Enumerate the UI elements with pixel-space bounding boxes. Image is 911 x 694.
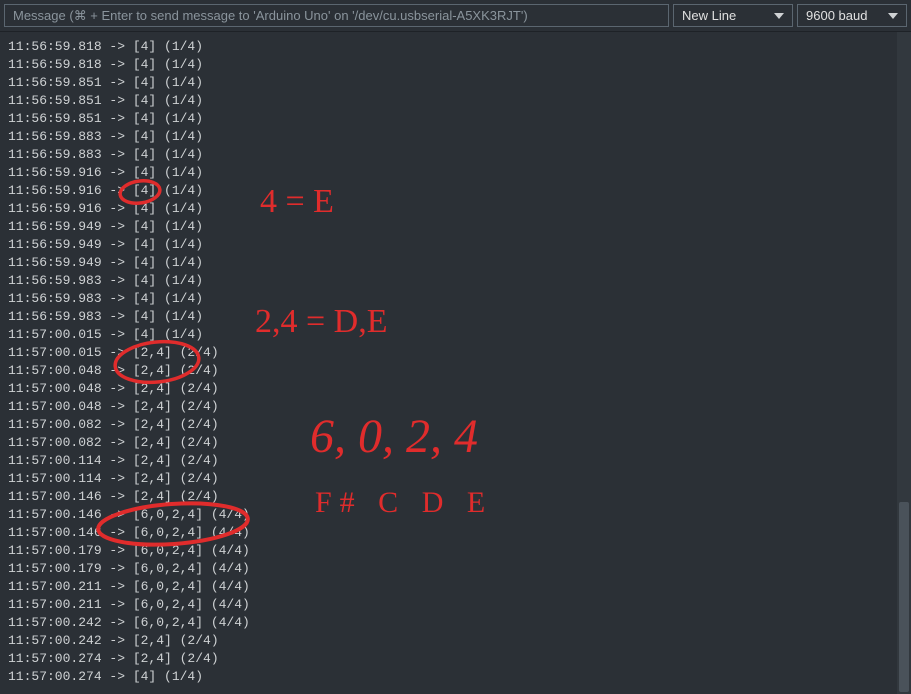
scrollbar-thumb[interactable]: [899, 502, 909, 692]
serial-log-line: 11:56:59.916 -> [4] (1/4): [8, 164, 911, 182]
baud-rate-selected: 9600 baud: [806, 8, 867, 23]
serial-log-line: 11:56:59.851 -> [4] (1/4): [8, 110, 911, 128]
serial-log-line: 11:57:00.048 -> [2,4] (2/4): [8, 362, 911, 380]
serial-monitor-toolbar: New Line 9600 baud: [0, 0, 911, 32]
serial-log-line: 11:56:59.883 -> [4] (1/4): [8, 128, 911, 146]
serial-log-line: 11:57:00.082 -> [2,4] (2/4): [8, 416, 911, 434]
serial-log-line: 11:56:59.949 -> [4] (1/4): [8, 236, 911, 254]
serial-log-line: 11:57:00.179 -> [6,0,2,4] (4/4): [8, 560, 911, 578]
serial-log-line: 11:57:00.146 -> [2,4] (2/4): [8, 488, 911, 506]
serial-log-line: 11:57:00.048 -> [2,4] (2/4): [8, 398, 911, 416]
chevron-down-icon: [888, 13, 898, 19]
serial-log-line: 11:57:00.242 -> [2,4] (2/4): [8, 632, 911, 650]
serial-log-line: 11:56:59.851 -> [4] (1/4): [8, 74, 911, 92]
serial-log-line: 11:56:59.916 -> [4] (1/4): [8, 182, 911, 200]
serial-log-line: 11:56:59.983 -> [4] (1/4): [8, 308, 911, 326]
serial-log: 11:56:59.818 -> [4] (1/4)11:56:59.818 ->…: [0, 32, 911, 686]
serial-log-line: 11:57:00.082 -> [2,4] (2/4): [8, 434, 911, 452]
serial-log-line: 11:57:00.274 -> [4] (1/4): [8, 668, 911, 686]
serial-log-line: 11:56:59.883 -> [4] (1/4): [8, 146, 911, 164]
line-ending-dropdown[interactable]: New Line: [673, 4, 793, 27]
serial-log-line: 11:56:59.949 -> [4] (1/4): [8, 254, 911, 272]
serial-log-line: 11:57:00.211 -> [6,0,2,4] (4/4): [8, 596, 911, 614]
serial-log-line: 11:57:00.015 -> [4] (1/4): [8, 326, 911, 344]
serial-monitor-output: 11:56:59.818 -> [4] (1/4)11:56:59.818 ->…: [0, 32, 911, 694]
chevron-down-icon: [774, 13, 784, 19]
vertical-scrollbar[interactable]: [897, 32, 911, 694]
serial-log-line: 11:57:00.114 -> [2,4] (2/4): [8, 452, 911, 470]
serial-message-input[interactable]: [4, 4, 669, 27]
serial-log-line: 11:56:59.818 -> [4] (1/4): [8, 38, 911, 56]
serial-log-line: 11:56:59.949 -> [4] (1/4): [8, 218, 911, 236]
serial-log-line: 11:56:59.818 -> [4] (1/4): [8, 56, 911, 74]
serial-log-line: 11:56:59.983 -> [4] (1/4): [8, 290, 911, 308]
line-ending-selected: New Line: [682, 8, 736, 23]
serial-log-line: 11:56:59.851 -> [4] (1/4): [8, 92, 911, 110]
serial-log-line: 11:57:00.015 -> [2,4] (2/4): [8, 344, 911, 362]
serial-log-line: 11:57:00.114 -> [2,4] (2/4): [8, 470, 911, 488]
serial-log-line: 11:57:00.146 -> [6,0,2,4] (4/4): [8, 506, 911, 524]
serial-log-line: 11:57:00.211 -> [6,0,2,4] (4/4): [8, 578, 911, 596]
serial-log-line: 11:56:59.983 -> [4] (1/4): [8, 272, 911, 290]
serial-log-line: 11:57:00.274 -> [2,4] (2/4): [8, 650, 911, 668]
serial-log-line: 11:57:00.048 -> [2,4] (2/4): [8, 380, 911, 398]
serial-log-line: 11:56:59.916 -> [4] (1/4): [8, 200, 911, 218]
serial-log-line: 11:57:00.242 -> [6,0,2,4] (4/4): [8, 614, 911, 632]
baud-rate-dropdown[interactable]: 9600 baud: [797, 4, 907, 27]
serial-log-line: 11:57:00.179 -> [6,0,2,4] (4/4): [8, 542, 911, 560]
serial-log-line: 11:57:00.146 -> [6,0,2,4] (4/4): [8, 524, 911, 542]
